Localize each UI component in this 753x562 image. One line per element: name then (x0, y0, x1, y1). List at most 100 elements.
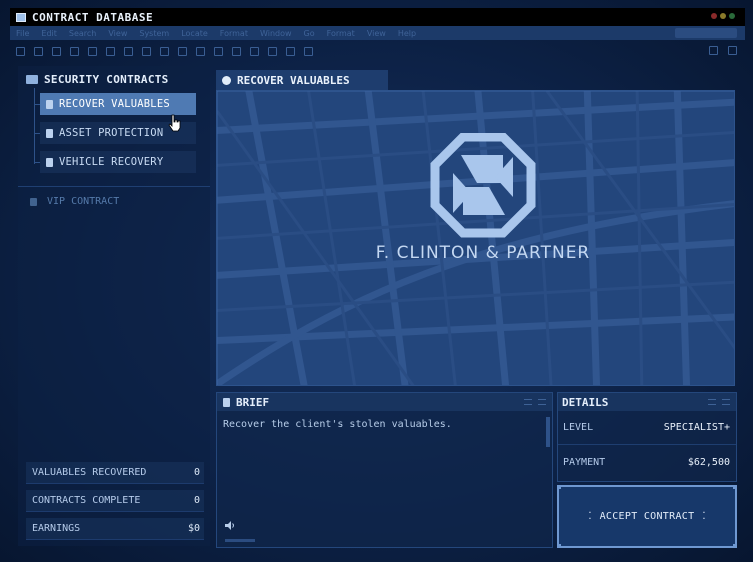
list-icon[interactable] (160, 46, 169, 56)
sidebar-item-label: ASSET PROTECTION (59, 127, 164, 139)
save-icon[interactable] (52, 46, 61, 56)
menu-go[interactable]: Go (304, 29, 315, 38)
app-window: CONTRACT DATABASE File Edit Search View … (0, 0, 753, 562)
bracket-right-icon: ⁚ (702, 511, 706, 522)
grid-icon[interactable] (178, 46, 187, 56)
settings-icon[interactable] (268, 46, 277, 56)
menu-view[interactable]: View (108, 29, 127, 38)
chart-icon[interactable] (214, 46, 223, 56)
sidebar: SECURITY CONTRACTS RECOVER VALUABLES ASS… (18, 66, 210, 546)
close-window-icon[interactable] (711, 13, 717, 19)
new-icon[interactable] (16, 46, 25, 56)
grip-icon[interactable] (708, 399, 716, 405)
audio-progress-bar[interactable] (225, 539, 255, 542)
window-controls (711, 13, 735, 19)
cut-icon[interactable] (88, 46, 97, 56)
details-label: PAYMENT (563, 456, 606, 468)
hand-cursor-icon (168, 114, 181, 132)
stat-earnings: EARNINGS $0 (26, 518, 204, 540)
details-panel: DETAILS LEVEL SPECIALIST+ PAYMENT $62,50… (557, 392, 737, 482)
menu-search-input[interactable] (675, 28, 737, 38)
sidebar-item-label: RECOVER VALUABLES (59, 98, 170, 110)
sidebar-divider (18, 186, 210, 187)
lock-icon (30, 197, 37, 206)
expand-icon[interactable] (538, 399, 546, 405)
maximize-window-icon[interactable] (729, 13, 735, 19)
expand-icon[interactable] (722, 399, 730, 405)
stat-value: 0 (193, 467, 200, 478)
menu-edit[interactable]: Edit (41, 29, 57, 38)
sidebar-item-recover-valuables[interactable]: RECOVER VALUABLES (40, 93, 196, 115)
sidebar-header-label: SECURITY CONTRACTS (44, 72, 169, 86)
stat-label: EARNINGS (32, 523, 81, 534)
menu-window[interactable]: Window (260, 29, 292, 38)
stat-label: CONTRACTS COMPLETE (32, 495, 141, 506)
sidebar-header[interactable]: SECURITY CONTRACTS (26, 72, 169, 86)
folder-icon (26, 74, 38, 84)
panel-grips (708, 399, 730, 405)
bracket-left-icon: ⁚ (588, 511, 592, 522)
brief-text: Recover the client's stolen valuables. (223, 419, 452, 430)
brief-title: BRIEF (236, 395, 270, 409)
corner-mark (733, 544, 737, 548)
gear-icon[interactable] (728, 46, 737, 55)
sidebar-item-vehicle-recovery[interactable]: VEHICLE RECOVERY (40, 151, 196, 173)
copy-icon[interactable] (106, 46, 115, 56)
menu-locate[interactable]: Locate (181, 29, 208, 38)
partner-logo-emblem (430, 133, 536, 238)
minimize-window-icon[interactable] (720, 13, 726, 19)
corner-mark (557, 485, 561, 489)
menu-bar: File Edit Search View System Locate Form… (10, 26, 745, 40)
map-view[interactable]: F. CLINTON & PARTNER (216, 90, 735, 386)
document-icon (46, 128, 53, 138)
menu-file[interactable]: File (16, 29, 29, 38)
refresh-icon[interactable] (232, 46, 241, 56)
details-value: SPECIALIST+ (663, 422, 730, 433)
stat-label: VALUABLES RECOVERED (32, 467, 147, 478)
document-icon (46, 99, 53, 109)
speaker-icon[interactable] (225, 521, 235, 530)
corner-mark (557, 544, 561, 548)
details-header: DETAILS (558, 393, 736, 411)
brief-scrollbar[interactable] (546, 417, 550, 447)
archive-icon[interactable] (286, 46, 295, 56)
menu-system[interactable]: System (139, 29, 169, 38)
document-icon (223, 397, 230, 407)
stat-value: $0 (187, 523, 200, 534)
export-icon[interactable] (304, 46, 313, 56)
details-row-payment: PAYMENT $62,500 (558, 445, 736, 479)
accept-contract-button[interactable]: ⁚ ACCEPT CONTRACT ⁚ (557, 485, 737, 548)
paste-icon[interactable] (124, 46, 133, 56)
window-title: CONTRACT DATABASE (32, 10, 154, 24)
menu-help[interactable]: Help (398, 29, 416, 38)
menu-view-2[interactable]: View (367, 29, 386, 38)
find-icon[interactable] (142, 46, 151, 56)
menu-search[interactable]: Search (69, 29, 96, 38)
grip-icon[interactable] (524, 399, 532, 405)
trash-icon[interactable] (709, 46, 718, 55)
tab-recover-valuables[interactable]: RECOVER VALUABLES (216, 70, 388, 90)
sidebar-item-label: VEHICLE RECOVERY (59, 156, 164, 168)
corner-mark (733, 485, 737, 489)
details-value: $62,500 (687, 456, 730, 468)
link-icon[interactable] (250, 46, 259, 56)
accept-contract-label: ACCEPT CONTRACT (599, 511, 695, 522)
tab-label: RECOVER VALUABLES (237, 73, 350, 87)
details-label: LEVEL (563, 422, 594, 433)
toolbar-right (709, 46, 737, 55)
app-icon (16, 12, 26, 22)
stat-value: 0 (193, 495, 200, 506)
table-icon[interactable] (196, 46, 205, 56)
stat-contracts-complete: CONTRACTS COMPLETE 0 (26, 490, 204, 512)
stat-valuables-recovered: VALUABLES RECOVERED 0 (26, 462, 204, 484)
details-row-level: LEVEL SPECIALIST+ (558, 411, 736, 445)
vip-contract-label: VIP CONTRACT (47, 196, 120, 207)
sidebar-item-vip-contract: VIP CONTRACT (30, 196, 119, 207)
menu-format[interactable]: Format (220, 29, 248, 38)
fclinton-logo: F. CLINTON & PARTNER (353, 133, 613, 273)
menu-format-2[interactable]: Format (327, 29, 355, 38)
brief-panel: BRIEF Recover the client's stolen valuab… (216, 392, 553, 548)
open-icon[interactable] (34, 46, 43, 56)
print-icon[interactable] (70, 46, 79, 56)
title-bar: CONTRACT DATABASE (10, 8, 745, 26)
